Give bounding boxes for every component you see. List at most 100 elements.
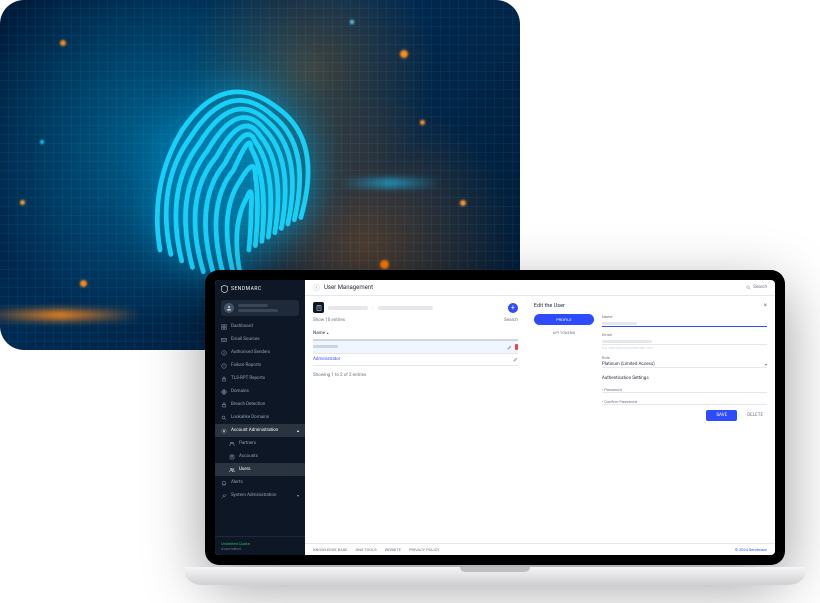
profile-tabs: PROFILE API TOKENS <box>534 314 594 338</box>
app-window: SENDMARC Dashboard Email Sources Authori… <box>215 280 775 555</box>
name-field[interactable]: Name <box>602 314 767 327</box>
save-button[interactable]: SAVE <box>706 410 737 421</box>
sidebar-item-label: Lookalike Domains <box>231 415 269 420</box>
sidebar-item-authorised-senders[interactable]: Authorised Senders <box>215 346 305 359</box>
user-list-panel: › + Show 10 entries Search <box>305 296 526 543</box>
brand-shield-icon <box>221 285 228 293</box>
wrench-icon <box>221 493 227 499</box>
search-icon <box>746 285 751 290</box>
delete-button[interactable]: DELETE <box>743 410 767 421</box>
search-icon <box>221 415 227 421</box>
sidebar-item-label: Email Sources <box>231 337 260 342</box>
sidebar-item-label: Authorised Senders <box>231 350 270 355</box>
chevron-down-icon: ▾ <box>765 362 767 367</box>
sidebar-item-label: Account Administration <box>231 428 278 433</box>
edit-icon[interactable] <box>513 357 518 362</box>
breadcrumb: › + <box>313 302 518 313</box>
table-controls: Show 10 entries Search <box>313 318 518 323</box>
page-title: User Management <box>324 284 373 291</box>
sidebar-item-email-sources[interactable]: Email Sources <box>215 333 305 346</box>
sidebar-item-alerts[interactable]: Alerts <box>215 476 305 489</box>
brand-name: SENDMARC <box>231 286 262 292</box>
edit-icon[interactable] <box>507 345 512 350</box>
breadcrumb-item-redacted[interactable] <box>328 306 368 310</box>
field-label: Name <box>602 314 767 319</box>
tab-profile[interactable]: PROFILE <box>534 314 594 325</box>
globe-icon <box>221 389 227 395</box>
sidebar-item-label: Users <box>239 467 250 472</box>
sidebar-item-dashboard[interactable]: Dashboard <box>215 320 305 333</box>
topbar: ‹ User Management Search <box>305 280 775 296</box>
table-header[interactable]: Name ▴ <box>313 328 518 341</box>
sidebar-item-domains[interactable]: Domains <box>215 385 305 398</box>
email-field[interactable]: Email e.g. name@exampledomain.com <box>602 332 767 350</box>
role-value: Platinum (Limited Access) <box>602 362 655 367</box>
laptop-base <box>185 567 805 585</box>
main-area: ‹ User Management Search <box>305 280 775 555</box>
sidebar-item-tls-rpt[interactable]: TLS-RPT Reports <box>215 372 305 385</box>
users-table: Name ▴ Administrato <box>313 328 518 366</box>
accounts-icon <box>229 454 235 460</box>
sort-icon: ▴ <box>327 331 329 336</box>
name-value-redacted <box>602 322 637 325</box>
sidebar-item-label: Accounts <box>239 454 258 459</box>
sidebar-item-label: Dashboard <box>231 324 253 329</box>
edit-user-form: Name Email e.g. name@exampledomain.com R <box>602 314 767 421</box>
sidebar-item-label: Failure Reports <box>231 363 261 368</box>
laptop-mockup: SENDMARC Dashboard Email Sources Authori… <box>185 270 805 590</box>
user-badge[interactable] <box>221 300 299 316</box>
chevron-down-icon: ▾ <box>297 493 299 498</box>
footer: KNOWLEDGE BASE DNS TOOLS WEBSITE PRIVACY… <box>305 543 775 555</box>
table-row[interactable]: Administrator <box>313 354 518 366</box>
footer-link-website[interactable]: WEBSITE <box>385 547 401 552</box>
global-search[interactable]: Search <box>746 285 767 290</box>
footer-link-dns-tools[interactable]: DNS TOOLS <box>355 547 376 552</box>
sidebar-item-label: System Administration <box>231 493 276 498</box>
breadcrumb-item-redacted[interactable] <box>378 306 433 310</box>
col-name: Name <box>313 331 325 336</box>
close-icon[interactable]: × <box>764 302 767 309</box>
table-search[interactable]: Search <box>504 318 518 323</box>
table-row[interactable] <box>313 341 518 354</box>
password-field[interactable]: • Password <box>602 386 767 393</box>
auth-section-label: Authentication Settings <box>602 376 767 381</box>
sidebar-item-label: TLS-RPT Reports <box>231 376 265 381</box>
sidebar-item-breach-detection[interactable]: Breach Detection <box>215 398 305 411</box>
dashboard-icon <box>221 324 227 330</box>
plan-sub: Automated <box>221 546 299 551</box>
cog-icon <box>221 428 227 434</box>
sidebar-item-label: Breach Detection <box>231 402 265 407</box>
users-icon <box>229 467 235 473</box>
confirm-password-field[interactable]: • Confirm Password <box>602 398 767 405</box>
role-field[interactable]: Role Platinum (Limited Access) ▾ <box>602 355 767 368</box>
field-label: Role <box>602 355 767 360</box>
sidebar: SENDMARC Dashboard Email Sources Authori… <box>215 280 305 555</box>
email-value-redacted <box>602 340 652 343</box>
sidebar-item-account-administration[interactable]: Account Administration▴ <box>215 424 305 437</box>
add-user-button[interactable]: + <box>508 303 518 313</box>
sidebar-item-accounts[interactable]: Accounts <box>215 450 305 463</box>
breadcrumb-home[interactable] <box>313 302 324 313</box>
sidebar-item-lookalike-domains[interactable]: Lookalike Domains <box>215 411 305 424</box>
field-hint: e.g. name@exampledomain.com <box>602 346 767 350</box>
sidebar-item-partners[interactable]: Partners <box>215 437 305 450</box>
sidebar-item-system-administration[interactable]: System Administration ▾ <box>215 489 305 502</box>
chevron-right-icon: › <box>372 305 374 311</box>
partners-icon <box>229 441 235 447</box>
table-info: Showing 1 to 2 of 2 entries <box>313 373 518 378</box>
tab-api-tokens[interactable]: API TOKENS <box>534 327 594 338</box>
footer-link-privacy[interactable]: PRIVACY POLICY <box>409 547 440 552</box>
back-button[interactable]: ‹ <box>313 284 320 291</box>
footer-link-knowledge-base[interactable]: KNOWLEDGE BASE <box>313 547 347 552</box>
sidebar-item-label: Partners <box>239 441 256 446</box>
footer-copyright: © 2024 Sendmarc <box>735 547 767 552</box>
sidebar-item-failure-reports[interactable]: Failure Reports <box>215 359 305 372</box>
field-label: Email <box>602 332 767 337</box>
sidebar-item-users[interactable]: Users <box>215 463 305 476</box>
user-name-redacted <box>313 345 507 350</box>
brand: SENDMARC <box>215 280 305 298</box>
check-badge-icon <box>221 350 227 356</box>
entries-selector[interactable]: Show 10 entries <box>313 318 345 323</box>
user-name: Administrator <box>313 357 513 362</box>
sidebar-nav: Dashboard Email Sources Authorised Sende… <box>215 320 305 536</box>
